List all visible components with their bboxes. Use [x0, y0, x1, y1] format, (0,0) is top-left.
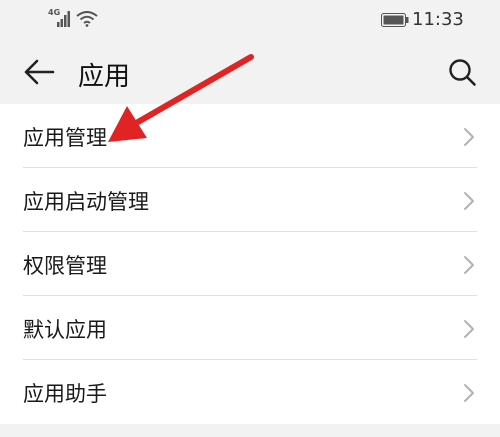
status-time: 11:33 [412, 9, 464, 30]
list-item-app-assistant[interactable]: 应用助手 [0, 360, 500, 424]
page-title: 应用 [78, 62, 131, 92]
back-arrow-icon[interactable] [22, 57, 56, 87]
list-item-label: 权限管理 [23, 254, 107, 278]
title-bar: 应用 [0, 40, 500, 104]
list-item-label: 应用助手 [23, 382, 107, 406]
chevron-right-icon [464, 192, 474, 210]
status-bar: 4G 11:33 [0, 0, 500, 40]
chevron-right-icon [464, 384, 474, 402]
list-item-app-management[interactable]: 应用管理 [0, 104, 500, 168]
list-item-permission-management[interactable]: 权限管理 [0, 232, 500, 296]
list-item-label: 应用启动管理 [23, 190, 149, 214]
list-item-label: 默认应用 [23, 318, 107, 342]
chevron-right-icon [464, 128, 474, 146]
chevron-right-icon [464, 256, 474, 274]
list-item-label: 应用管理 [23, 126, 107, 150]
list-item-default-apps[interactable]: 默认应用 [0, 296, 500, 360]
search-icon[interactable] [447, 57, 477, 87]
list-item-app-launch-management[interactable]: 应用启动管理 [0, 168, 500, 232]
network-type-label: 4G [48, 8, 61, 17]
chevron-right-icon [464, 320, 474, 338]
settings-list: 应用管理 应用启动管理 权限管理 默认应用 应用助手 [0, 104, 500, 424]
battery-icon [381, 13, 409, 27]
wifi-icon [76, 11, 98, 27]
